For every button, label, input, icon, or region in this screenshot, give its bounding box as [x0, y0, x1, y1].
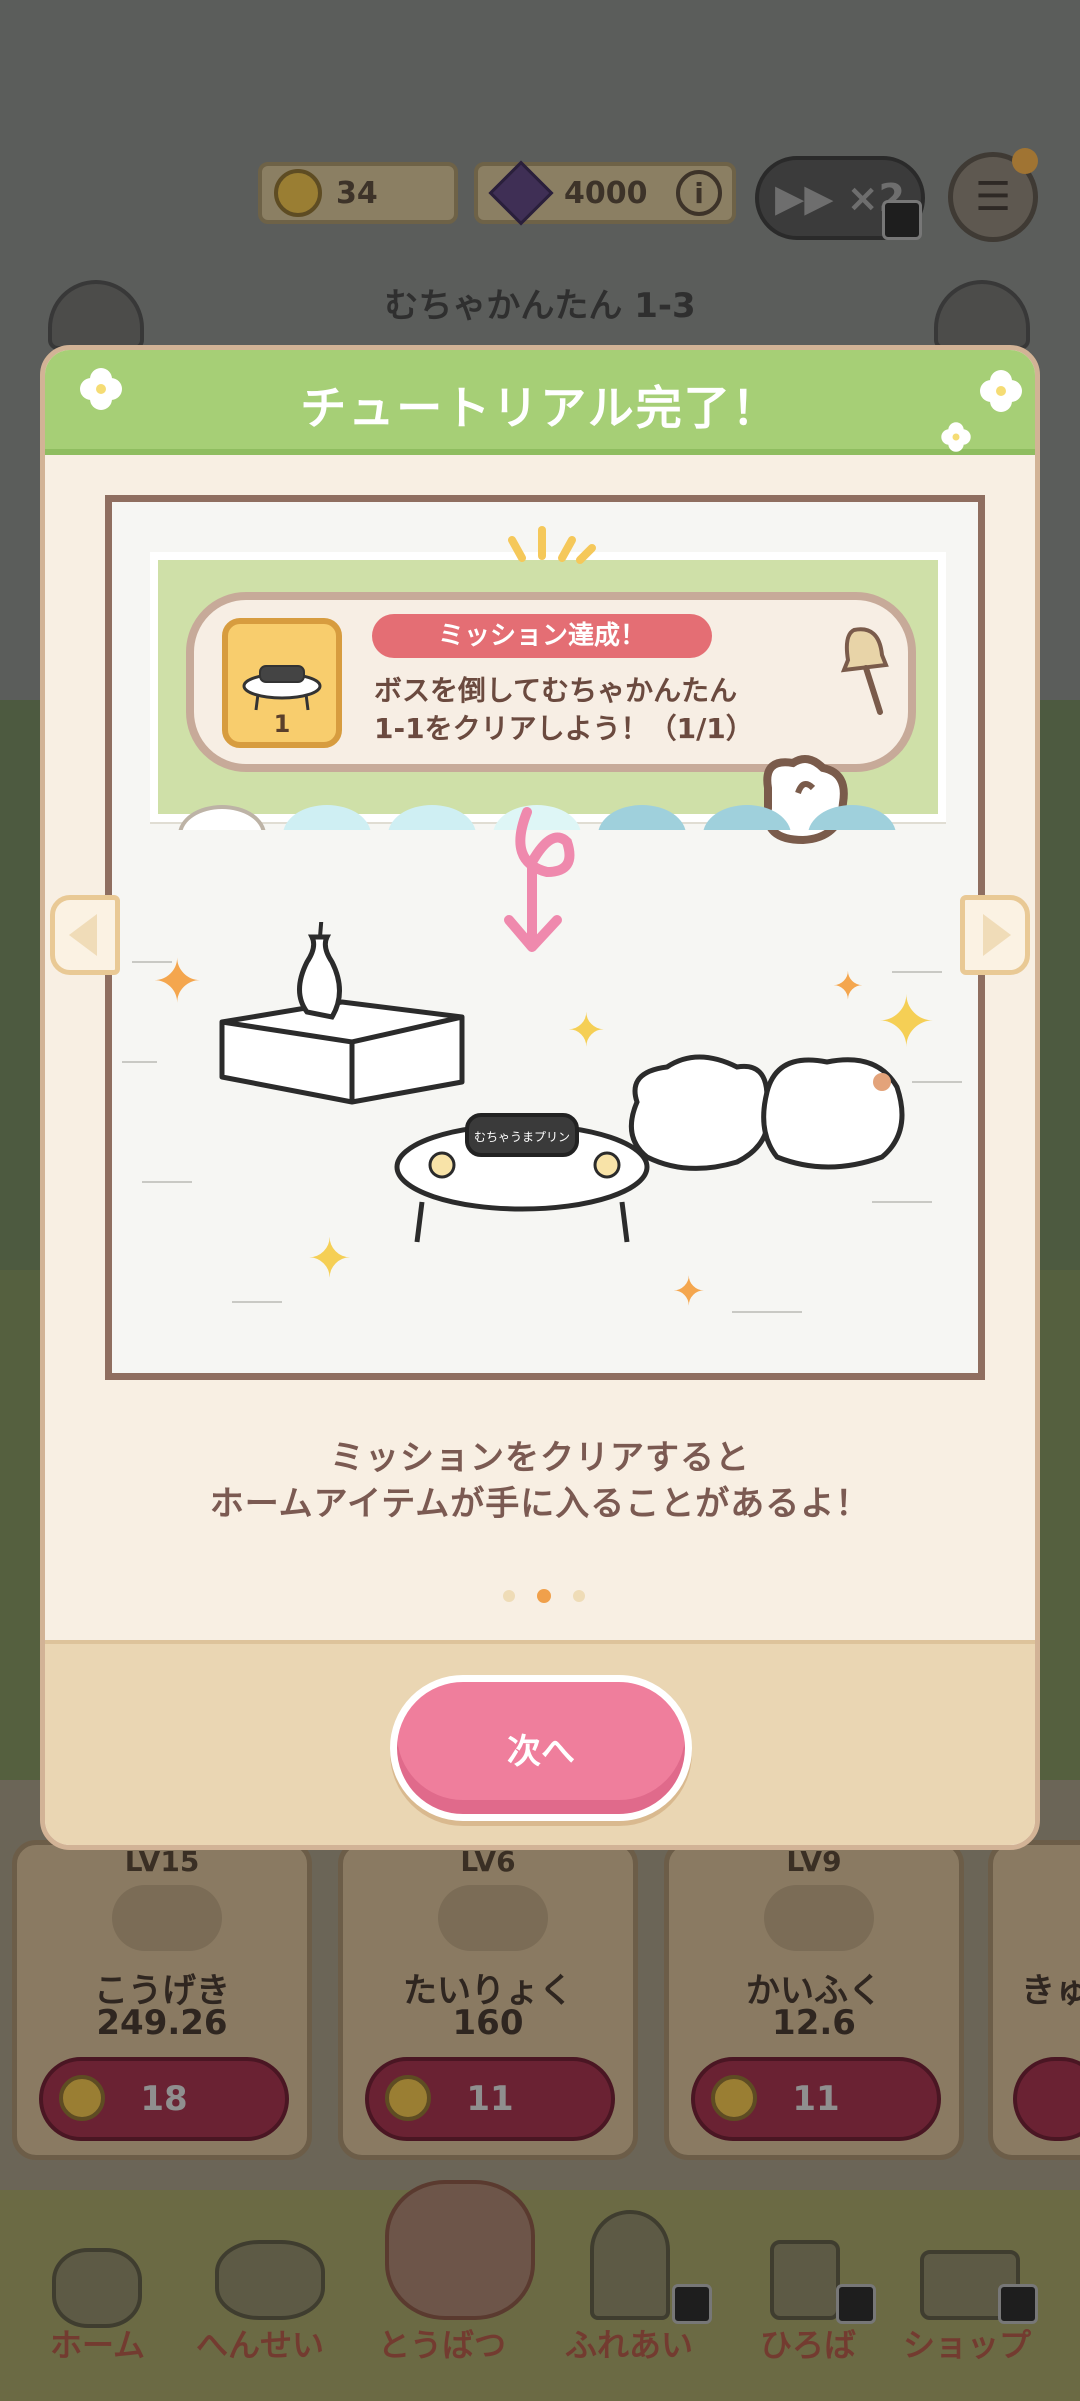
next-page-button[interactable]	[960, 895, 1030, 975]
page-dot	[573, 1590, 585, 1602]
coin-icon	[274, 169, 322, 217]
bubble	[808, 805, 896, 830]
reward-thumbnail: 1	[222, 618, 342, 748]
stat-card-hp: LV6 たいりょく 160 11	[338, 1840, 638, 2160]
page-dot-active	[537, 1589, 551, 1603]
nav-party[interactable]: へんせい	[196, 2320, 324, 2366]
info-icon[interactable]: i	[676, 170, 722, 216]
sparkle-icon: ✦	[672, 1269, 706, 1315]
hint-line-1: ミッションをクリアすると	[330, 1438, 750, 1478]
upgrade-button[interactable]: 11	[691, 2057, 941, 2141]
nav-battle[interactable]: とうばつ	[378, 2320, 506, 2366]
dialog-header: チュートリアル完了！	[45, 350, 1035, 455]
stat-card-heal: LV9 かいふく 12.6 11	[664, 1840, 964, 2160]
lock-icon	[882, 200, 922, 240]
tutorial-hint: ミッションをクリアすると ホームアイテムが手に入ることがあるよ！	[45, 1435, 1035, 1527]
stat-card-partial: きゅ	[988, 1840, 1080, 2160]
coin-count: 34	[336, 175, 378, 211]
coin-icon	[59, 2075, 105, 2121]
stat-value: 160	[452, 2003, 524, 2043]
bubble	[388, 805, 476, 830]
stat-card-attack: LV15 こうげき 249.26 18	[12, 1840, 312, 2160]
sparkle-icon: ✦	[832, 964, 864, 1008]
bubble	[178, 805, 266, 830]
mission-line-2: 1-1をクリアしよう！（1/1）	[374, 712, 754, 745]
party-icon	[215, 2240, 325, 2320]
tutorial-illustration: 1 ミッション達成！ ボスを倒してむちゃかんたん 1-1をクリアしよう！（1/1…	[105, 495, 985, 1380]
nav-shop[interactable]: ショップ	[903, 2320, 1031, 2366]
upgrade-button[interactable]: 11	[365, 2057, 615, 2141]
upgrade-cost: 18	[140, 2079, 188, 2119]
stat-value: 12.6	[772, 2003, 856, 2043]
mission-preview: 1 ミッション達成！ ボスを倒してむちゃかんたん 1-1をクリアしよう！（1/1…	[150, 552, 946, 845]
mission-card: 1 ミッション達成！ ボスを倒してむちゃかんたん 1-1をクリアしよう！（1/1…	[186, 592, 916, 772]
gem-count: 4000	[564, 175, 648, 211]
upgrade-button[interactable]	[1013, 2057, 1080, 2141]
nav-background	[0, 2190, 1080, 2401]
chevron-right-icon	[983, 914, 1011, 956]
bell-icon	[840, 627, 889, 715]
page-dot	[503, 1590, 515, 1602]
bubble	[283, 805, 371, 830]
upgrade-cost: 11	[792, 2079, 840, 2119]
nav-plaza[interactable]: ひろば	[760, 2320, 856, 2366]
home-icon	[52, 2248, 142, 2328]
tap-hand-icon	[763, 755, 848, 845]
list-icon: ☰	[975, 174, 1011, 220]
reward-count: 1	[273, 710, 291, 738]
upgrade-cost: 11	[466, 2079, 514, 2119]
next-button[interactable]: 次へ	[390, 1675, 692, 1821]
heal-icon	[764, 1885, 874, 1951]
gem-icon	[488, 160, 554, 226]
nav-home[interactable]: ホーム	[50, 2320, 145, 2366]
attack-icon	[112, 1885, 222, 1951]
bubble	[598, 805, 686, 830]
sparkle-icon: ✦	[307, 1227, 353, 1290]
hotpot-table-icon	[242, 665, 322, 711]
sparkle-icon: ✦	[877, 981, 936, 1063]
stage-title: むちゃかんたん 1-3	[384, 286, 696, 326]
lock-icon	[672, 2284, 712, 2324]
lock-icon	[836, 2284, 876, 2324]
mission-description: ボスを倒してむちゃかんたん 1-1をクリアしよう！（1/1）	[374, 672, 754, 748]
pot-label: むちゃうまプリン	[474, 1130, 570, 1144]
pink-arrow-icon	[504, 807, 575, 952]
signpost-icon	[770, 2240, 840, 2320]
chevron-left-icon	[69, 914, 97, 956]
next-button-label: 次へ	[507, 1731, 575, 1772]
door-icon	[590, 2210, 670, 2320]
heart-icon	[438, 1885, 548, 1951]
sparkle-lines-icon	[508, 526, 596, 564]
battle-icon	[385, 2180, 535, 2320]
stat-value: 249.26	[96, 2003, 228, 2043]
mission-complete-badge: ミッション達成！	[372, 614, 712, 658]
hint-line-2: ホームアイテムが手に入ることがあるよ！	[209, 1484, 871, 1524]
stat-name: きゅ	[1021, 1971, 1080, 2011]
coin-icon	[385, 2075, 431, 2121]
prev-page-button[interactable]	[50, 895, 120, 975]
sparkle-icon: ✦	[152, 947, 203, 1017]
tutorial-complete-dialog: チュートリアル完了！ 1 ミッション達成！ ボスを倒してむちゃかんたん 1-1を…	[40, 345, 1040, 1850]
gem-counter: 4000 i	[474, 160, 736, 226]
coin-counter: 34	[258, 162, 458, 224]
upgrade-button[interactable]: 18	[39, 2057, 289, 2141]
lock-icon	[998, 2284, 1038, 2324]
notification-dot	[1012, 148, 1038, 174]
nav-interact[interactable]: ふれあい	[565, 2320, 693, 2366]
coin-icon	[711, 2075, 757, 2121]
dialog-title: チュートリアル完了！	[300, 381, 780, 435]
mission-line-1: ボスを倒してむちゃかんたん	[374, 674, 738, 707]
bubble	[703, 805, 791, 830]
sparkle-icon: ✦	[567, 1003, 606, 1057]
futon-icon	[628, 1054, 905, 1171]
